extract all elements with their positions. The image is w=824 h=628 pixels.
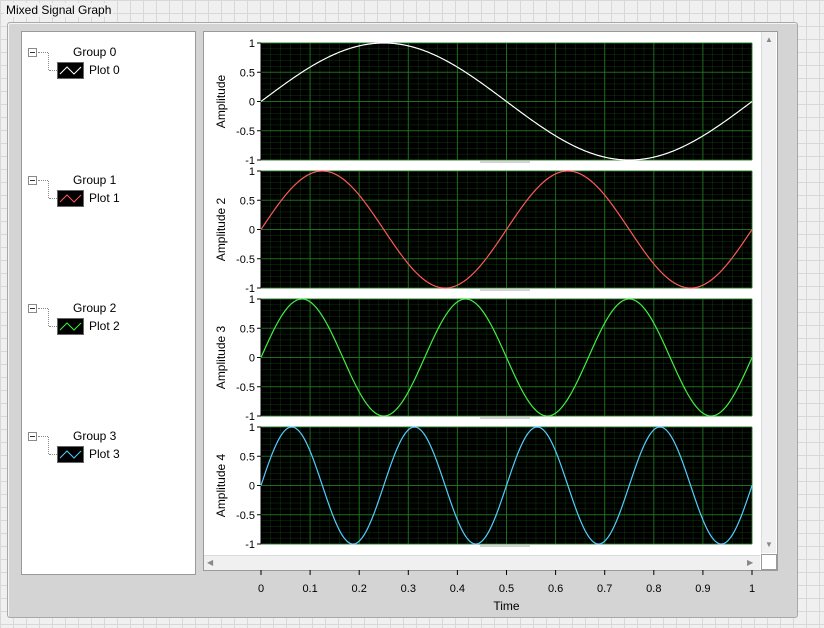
y-axis-label: Amplitude xyxy=(214,75,228,129)
y-tick-label: 0.5 xyxy=(240,67,255,79)
y-tick-label: 1 xyxy=(249,38,255,50)
y-tick-label: -0.5 xyxy=(236,382,255,394)
y-tick-label: 0.5 xyxy=(240,451,255,463)
y-tick-label: -1 xyxy=(245,539,255,551)
plot-strip-2[interactable]: 10.50-0.5-1Amplitude 3 xyxy=(214,294,753,423)
y-tick-label: 0 xyxy=(249,97,255,109)
y-tick-label: 0 xyxy=(249,353,255,365)
y-axis-label: Amplitude 2 xyxy=(214,197,228,261)
y-axis-label: Amplitude 3 xyxy=(214,325,228,389)
plot-strip-3[interactable]: 1 0.5 0 -0.5 -1 Amplitude 4 xyxy=(214,422,753,551)
y-tick-label: 0 xyxy=(249,481,255,493)
y-tick-label: 0 xyxy=(249,225,255,237)
y-tick-label: 1 xyxy=(249,294,255,306)
y-axis-label: Amplitude 4 xyxy=(214,453,228,517)
plot-stack[interactable]: 1 0.5 0 -0.5 -1 Amplitude 1 0.5 0 -0.5 -1 Amplitude… xyxy=(0,0,824,628)
plot-strip-0[interactable]: 10.50-0.5-1Amplitude xyxy=(214,38,753,167)
y-tick-label: 0.5 xyxy=(240,323,255,335)
y-tick-label: -0.5 xyxy=(236,510,255,522)
y-tick-label: 1 xyxy=(249,422,255,434)
y-tick-label: 1 xyxy=(249,166,255,178)
y-tick-label: -0.5 xyxy=(236,254,255,266)
y-tick-label: 0.5 xyxy=(240,195,255,207)
plot-strip-1[interactable]: 10.50-0.5-1Amplitude 2 xyxy=(214,166,753,295)
y-tick-label: -0.5 xyxy=(236,126,255,138)
